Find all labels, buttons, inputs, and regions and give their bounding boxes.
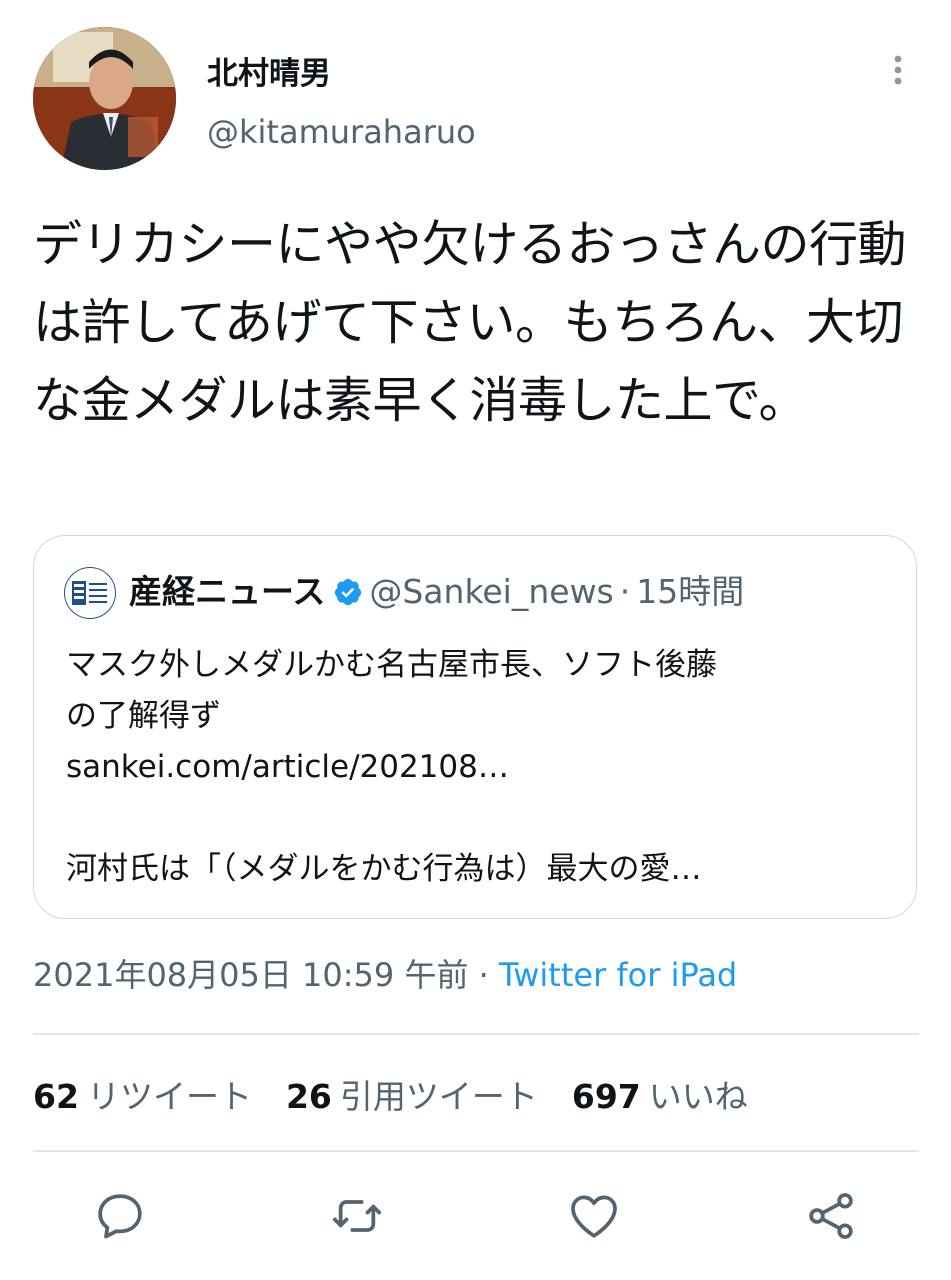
author-handle[interactable]: @kitamuraharuo: [207, 113, 476, 151]
quote-count-stat[interactable]: 26 引用ツイート: [286, 1070, 538, 1118]
like-count-stat[interactable]: 697 いいね: [572, 1070, 748, 1118]
share-icon[interactable]: [803, 1188, 859, 1244]
quoted-separator: ·: [619, 572, 631, 611]
like-label: いいね: [648, 1077, 748, 1116]
divider: [33, 1150, 919, 1152]
more-vertical-icon[interactable]: [880, 52, 916, 88]
quoted-link[interactable]: sankei.com/article/202108…: [66, 742, 886, 793]
quoted-line: マスク外しメダルかむ名古屋市長、ソフト後藤: [66, 647, 717, 683]
quoted-tweet-card[interactable]: 産経ニュース @Sankei_news · 15時間 マスク外しメダルかむ名古屋市長、…: [33, 535, 917, 919]
quoted-blank-line: [66, 793, 886, 844]
quoted-author-handle[interactable]: @Sankei_news: [369, 572, 613, 611]
quoted-line: 河村氏は「（メダルをかむ行為は）最大の愛…: [66, 851, 702, 887]
meta-separator: ·: [468, 956, 499, 994]
tweet-meta: 2021年08月05日 10:59 午前 · Twitter for iPad: [33, 950, 737, 996]
quoted-author-name[interactable]: 産経ニュース: [129, 572, 325, 611]
quote-label: 引用ツイート: [339, 1077, 538, 1116]
like-count: 697: [571, 1077, 641, 1116]
tweet-text: デリカシーにやや欠けるおっさんの行動は許してあげて下さい。もちろん、大切な金メダ…: [33, 216, 907, 429]
divider: [33, 1033, 919, 1035]
retweet-icon[interactable]: [329, 1188, 385, 1244]
quote-count: 26: [285, 1077, 332, 1116]
verified-icon: [333, 572, 363, 606]
quoted-header: 産経ニュース @Sankei_news · 15時間: [129, 568, 744, 616]
quoted-line: の了解得ず: [66, 698, 221, 734]
quoted-text: マスク外しメダルかむ名古屋市長、ソフト後藤 の了解得ず sankei.com/a…: [66, 640, 886, 895]
retweet-label: リツイート: [86, 1077, 252, 1116]
like-icon[interactable]: [566, 1188, 622, 1244]
tweet-stats: 62 リツイート 26 引用ツイート 697 いいね: [33, 1070, 782, 1118]
author-name[interactable]: 北村晴男: [207, 48, 331, 93]
quoted-time[interactable]: 15時間: [636, 572, 744, 611]
sankei-logo-icon: [64, 567, 116, 619]
reply-icon[interactable]: [92, 1188, 148, 1244]
author-avatar[interactable]: [33, 27, 176, 170]
tweet-source[interactable]: Twitter for iPad: [499, 956, 737, 994]
tweet-timestamp[interactable]: 2021年08月05日 10:59 午前: [33, 956, 468, 994]
retweet-count: 62: [33, 1077, 79, 1116]
retweet-count-stat[interactable]: 62 リツイート: [33, 1070, 252, 1118]
